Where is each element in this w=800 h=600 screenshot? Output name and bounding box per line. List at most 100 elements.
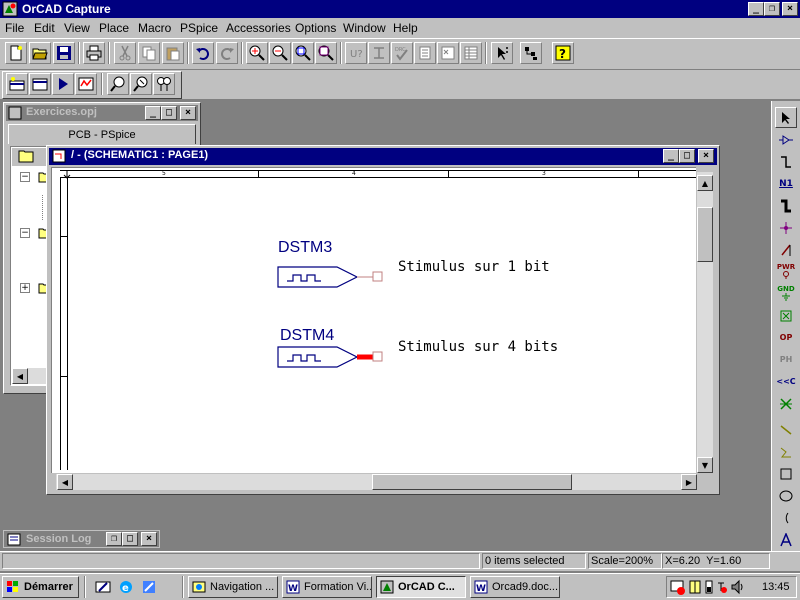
tray-volume-icon[interactable]	[730, 579, 746, 595]
menu-pspice[interactable]: PSpice	[180, 20, 218, 36]
tree-expander[interactable]: +	[20, 283, 30, 293]
print-button[interactable]	[83, 42, 105, 64]
place-hierarchical-block-button[interactable]	[775, 305, 797, 326]
schematic-minimize-button[interactable]: _	[663, 149, 679, 163]
new-button[interactable]	[5, 42, 27, 64]
place-junction-button[interactable]	[775, 217, 797, 238]
dstm3-symbol[interactable]	[277, 265, 387, 289]
zoom-out-button[interactable]	[269, 42, 291, 64]
menu-help[interactable]: Help	[393, 20, 418, 36]
scroll-left-button[interactable]: ◀	[57, 474, 73, 490]
quicklaunch-desktop-icon[interactable]	[95, 579, 111, 595]
task-orcad[interactable]: OrCAD C...	[376, 576, 466, 598]
project-close-button[interactable]: ×	[180, 106, 196, 120]
edit-simulation-button[interactable]	[29, 73, 51, 95]
place-hierarchical-pin-button[interactable]: PH	[775, 349, 797, 370]
tray-battery-icon[interactable]	[704, 579, 714, 595]
session-log-maximize-button[interactable]: □	[122, 532, 138, 546]
app-close-button[interactable]: ×	[782, 2, 798, 16]
back-annotate-button[interactable]	[368, 42, 390, 64]
tree-expander[interactable]: −	[20, 172, 30, 182]
paste-button[interactable]	[162, 42, 184, 64]
part-ref-dstm4[interactable]: DSTM4	[280, 327, 334, 345]
tray-scheduler-icon[interactable]	[670, 579, 686, 595]
hscroll-thumb[interactable]	[372, 474, 572, 490]
current-marker-button[interactable]	[130, 73, 152, 95]
app-restore-button[interactable]: ❐	[764, 2, 780, 16]
select-tool-button[interactable]	[775, 107, 797, 128]
schematic-canvas[interactable]	[51, 167, 696, 473]
place-no-connect-button[interactable]	[775, 393, 797, 414]
place-bus-button[interactable]	[775, 195, 797, 216]
copy-button[interactable]	[138, 42, 160, 64]
run-simulation-button[interactable]	[52, 73, 74, 95]
session-log-restore-button[interactable]: ❐	[106, 532, 122, 546]
dstm4-symbol[interactable]	[277, 345, 387, 369]
scroll-right-button[interactable]: ▶	[681, 474, 697, 490]
task-navigation[interactable]: Navigation ...	[188, 576, 278, 598]
menu-place[interactable]: Place	[99, 20, 129, 36]
menu-macro[interactable]: Macro	[138, 20, 171, 36]
bill-of-materials-button[interactable]	[460, 42, 482, 64]
new-simulation-button[interactable]	[6, 73, 28, 95]
place-bus-entry-button[interactable]	[775, 239, 797, 260]
project-scroll-left-button[interactable]: ◀	[12, 368, 28, 384]
voltage-marker-button[interactable]	[107, 73, 129, 95]
place-net-alias-button[interactable]: N1	[775, 173, 797, 194]
menu-accessories[interactable]: Accessories	[226, 20, 291, 36]
project-tab[interactable]: PCB - PSpice	[8, 124, 196, 144]
place-offpage-left-button[interactable]: <<C	[775, 371, 797, 392]
place-part-button[interactable]	[775, 129, 797, 150]
place-line-button[interactable]	[775, 419, 797, 440]
zoom-in-button[interactable]	[246, 42, 268, 64]
zoom-area-button[interactable]	[292, 42, 314, 64]
place-ellipse-button[interactable]	[775, 485, 797, 506]
menu-file[interactable]: File	[5, 20, 24, 36]
tree-expander[interactable]: −	[20, 228, 30, 238]
snap-to-grid-button[interactable]	[491, 42, 513, 64]
save-button[interactable]	[53, 42, 75, 64]
scroll-down-button[interactable]: ▼	[697, 457, 713, 473]
schematic-maximize-button[interactable]: □	[679, 149, 695, 163]
redo-button[interactable]	[216, 42, 238, 64]
task-orcad9-doc[interactable]: W Orcad9.doc...	[470, 576, 560, 598]
undo-button[interactable]	[192, 42, 214, 64]
menu-view[interactable]: View	[64, 20, 90, 36]
task-formation[interactable]: W Formation Vi...	[282, 576, 372, 598]
part-ref-dstm3[interactable]: DSTM3	[278, 239, 332, 257]
session-log-close-button[interactable]: ×	[141, 532, 157, 546]
place-power-button[interactable]: PWR	[775, 261, 797, 282]
vscroll-thumb[interactable]	[697, 207, 713, 262]
drc-button[interactable]: DRC	[391, 42, 413, 64]
menu-edit[interactable]: Edit	[34, 20, 55, 36]
scroll-up-button[interactable]: ▲	[697, 175, 713, 191]
schematic-close-button[interactable]: ×	[698, 149, 714, 163]
place-arc-button[interactable]	[775, 507, 797, 528]
quicklaunch-channels-icon[interactable]	[141, 579, 157, 595]
tray-disconnect-icon[interactable]	[716, 579, 728, 595]
quicklaunch-ie-icon[interactable]: e	[118, 579, 134, 595]
cut-button[interactable]	[114, 42, 136, 64]
place-offpage-connector-button[interactable]: OP	[775, 327, 797, 348]
place-wire-button[interactable]	[775, 151, 797, 172]
zoom-all-button[interactable]	[315, 42, 337, 64]
help-button[interactable]: ?	[552, 42, 574, 64]
cross-reference-button[interactable]	[437, 42, 459, 64]
place-ground-button[interactable]: GND	[775, 283, 797, 304]
place-text-button[interactable]	[775, 529, 797, 550]
open-button[interactable]	[29, 42, 51, 64]
project-manager-button[interactable]	[520, 42, 542, 64]
project-maximize-button[interactable]: □	[161, 106, 177, 120]
tray-network-icon[interactable]	[688, 579, 702, 595]
start-button[interactable]: Démarrer	[2, 576, 79, 598]
project-minimize-button[interactable]: _	[145, 106, 161, 120]
differential-marker-button[interactable]	[153, 73, 175, 95]
app-minimize-button[interactable]: _	[748, 2, 764, 16]
netlist-button[interactable]	[414, 42, 436, 64]
place-polyline-button[interactable]	[775, 441, 797, 462]
place-rectangle-button[interactable]	[775, 463, 797, 484]
view-results-button[interactable]	[75, 73, 97, 95]
menu-options[interactable]: Options	[295, 20, 336, 36]
annotate-button[interactable]: U?	[345, 42, 367, 64]
menu-window[interactable]: Window	[343, 20, 386, 36]
